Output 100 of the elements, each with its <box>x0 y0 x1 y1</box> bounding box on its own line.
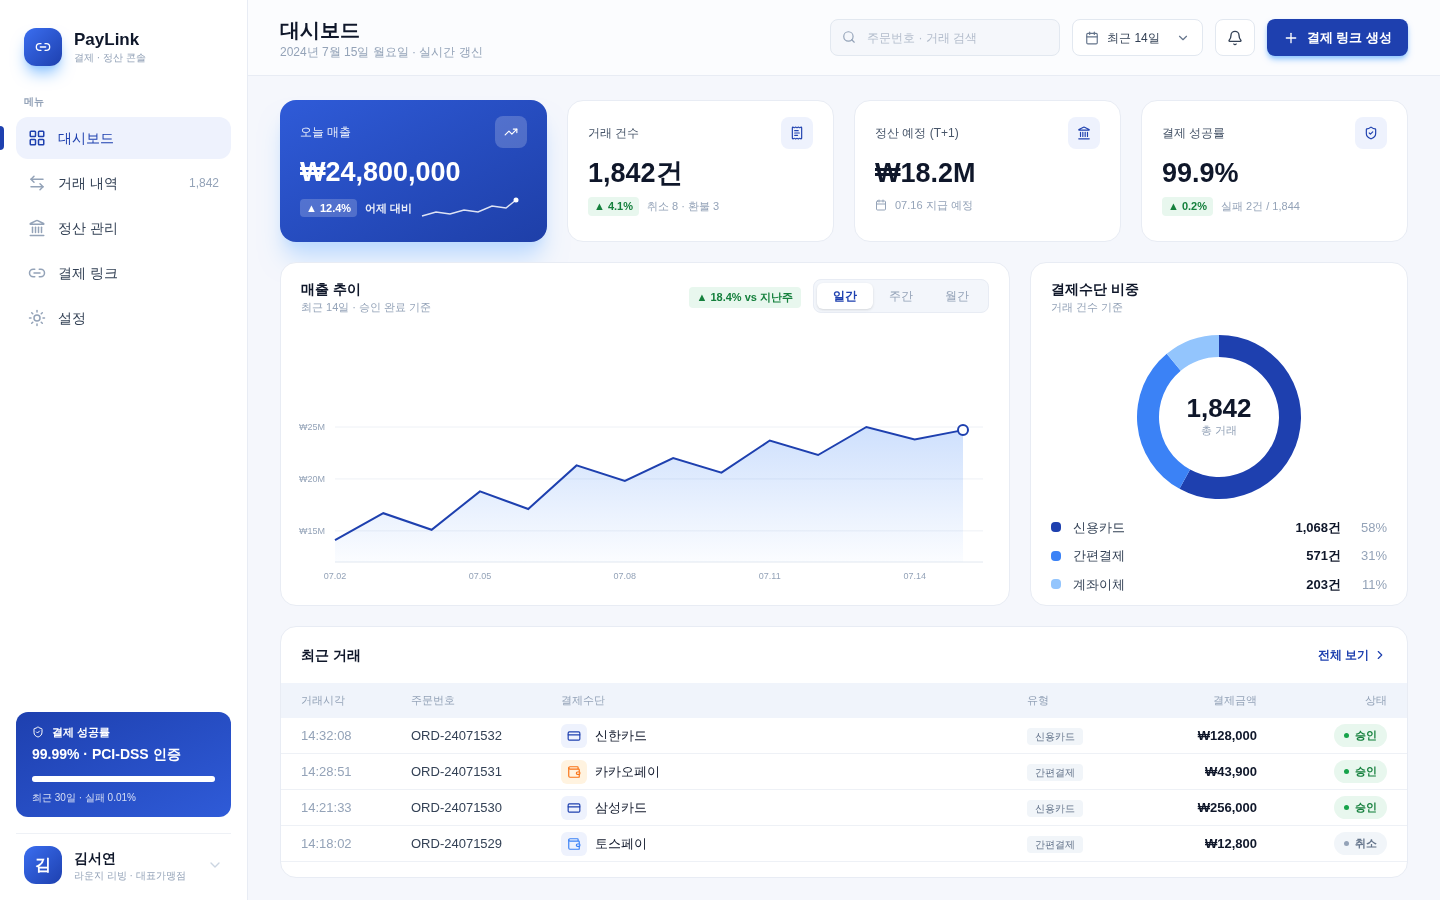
card-caption: 최근 30일 · 실패 0.01% <box>32 791 137 805</box>
search-field[interactable]: 주문번호 · 거래 검색 <box>830 19 1061 56</box>
status-badge: 취소 <box>1334 832 1387 855</box>
kpi-label: 오늘 매출 <box>300 124 352 140</box>
kpi-note: 실패 2건 / 1,844 <box>1221 199 1300 214</box>
shield-icon <box>1364 126 1378 140</box>
create-link-button[interactable]: 결제 링크 생성 <box>1266 19 1408 56</box>
y-tick-label: ₩20M <box>299 473 325 484</box>
status-badge: 승인 <box>1334 796 1387 819</box>
legend-count: 1,068건 <box>1295 518 1341 537</box>
donut-total: 1,842 <box>1186 394 1252 423</box>
kpi-note: 어제 대비 <box>365 200 413 216</box>
column-header: 거래시각 <box>301 693 346 709</box>
shield-icon <box>32 725 44 738</box>
card-subtitle: 거래 건수 기준 <box>1051 300 1125 315</box>
type-tag: 신용카드 <box>1027 727 1083 745</box>
card-title: 결제수단 비중 <box>1051 280 1140 299</box>
view-all-link[interactable]: 전체 보기 <box>1317 647 1387 663</box>
sidebar-item[interactable]: 결제 링크 <box>16 252 231 294</box>
legend-label: 계좌이체 <box>1073 575 1126 594</box>
bank-icon <box>28 219 46 237</box>
period-dropdown[interactable]: 최근 14일 <box>1072 19 1203 56</box>
column-header: 상태 <box>1364 693 1387 709</box>
avatar: 김 <box>24 846 62 884</box>
table-cell-text: 신한카드 <box>595 726 647 745</box>
period-tab[interactable]: 일간 <box>817 283 873 309</box>
page-title: 대시보드 <box>280 17 361 43</box>
kpi-value: 99.9% <box>1162 157 1240 189</box>
status-badge: 승인 <box>1334 724 1387 747</box>
logo-icon <box>24 28 62 66</box>
status-badge: 승인 <box>1334 760 1387 783</box>
sidebar-item[interactable]: 설정 <box>16 297 231 339</box>
x-tick-label: 07.08 <box>613 570 637 581</box>
receipt-icon <box>790 126 804 140</box>
type-tag: 신용카드 <box>1027 799 1083 817</box>
legend-share: 58% <box>1359 518 1387 537</box>
table-cell-text: 토스페이 <box>595 834 647 853</box>
table-cell-text: 14:21:33 <box>301 798 353 817</box>
delta-badge: ▲ 4.1% <box>588 197 639 216</box>
brand-tagline: 결제 · 정산 콘솔 <box>74 50 146 65</box>
legend-count: 571건 <box>1306 547 1341 565</box>
card-title: 결제 성공률 <box>52 724 111 740</box>
bank-icon <box>1077 126 1091 140</box>
type-tag: 간편결제 <box>1027 835 1083 853</box>
legend-count: 203건 <box>1306 575 1341 594</box>
x-tick-label: 07.14 <box>903 570 926 581</box>
kpi-value: ₩18.2M <box>875 157 977 189</box>
legend-label: 신용카드 <box>1073 518 1126 537</box>
search-icon <box>842 30 857 44</box>
calendar-icon <box>875 199 887 212</box>
brand-name: PayLink <box>74 29 141 50</box>
page-subtitle: 2024년 7월 15일 월요일 · 실시간 갱신 <box>280 43 484 60</box>
legend-share: 11% <box>1360 575 1387 594</box>
card-subtitle: 최근 14일 · 승인 완료 기준 <box>301 300 433 315</box>
legend-share: 31% <box>1359 547 1387 565</box>
table-cell-text: 14:28:51 <box>301 762 353 781</box>
x-tick-label: 07.05 <box>468 570 492 581</box>
legend-label: 간편결제 <box>1073 547 1126 565</box>
kpi-note: 07.16 지급 예정 <box>895 198 973 213</box>
sidebar-item[interactable]: 대시보드 <box>16 117 231 159</box>
menu-label: 메뉴 <box>23 95 45 109</box>
delta-badge: ▲ 0.2% <box>1162 197 1213 216</box>
column-header: 결제수단 <box>561 693 606 709</box>
notification-button[interactable] <box>1214 19 1255 56</box>
donut-caption: 총 거래 <box>1200 423 1238 439</box>
table-cell-text: ORD-24071529 <box>411 834 504 853</box>
table-cell-text: ₩256,000 <box>1196 798 1257 817</box>
kpi-value: ₩24,800,000 <box>300 156 462 188</box>
type-tag: 간편결제 <box>1027 763 1083 781</box>
sidebar-item[interactable]: 거래 내역 1,842 <box>16 162 231 204</box>
active-indicator <box>0 126 4 150</box>
kpi-label: 정산 예정 (T+1) <box>875 125 959 141</box>
x-tick-label: 07.11 <box>758 570 781 581</box>
wallet-icon <box>561 831 587 856</box>
end-point-marker <box>957 423 969 436</box>
card-icon <box>561 723 587 748</box>
table-cell-text: 삼성카드 <box>595 798 647 817</box>
arrows-icon <box>28 174 46 192</box>
kpi-value: 1,842건 <box>588 157 684 189</box>
delta-badge: ▲ 12.4% <box>300 198 358 218</box>
grid-icon <box>28 129 46 147</box>
kpi-note: 취소 8 · 환불 3 <box>647 199 720 214</box>
table-cell-text: ₩43,900 <box>1203 762 1257 781</box>
user-name: 김서연 <box>74 848 117 868</box>
table-cell-text: ₩128,000 <box>1196 726 1257 745</box>
table-cell-text: 카카오페이 <box>595 762 660 781</box>
bell-icon <box>1226 29 1243 46</box>
settings-icon <box>28 309 46 327</box>
table-cell-text: ORD-24071532 <box>411 726 504 745</box>
sidebar-item[interactable]: 정산 관리 <box>16 207 231 249</box>
kpi-label: 결제 성공률 <box>1162 125 1226 141</box>
wallet-icon <box>561 759 587 784</box>
card-headline: 99.99% · PCI-DSS 인증 <box>32 745 182 764</box>
card-icon <box>561 795 587 820</box>
column-header: 결제금액 <box>1212 693 1257 709</box>
card-title: 매출 추이 <box>301 280 362 299</box>
y-tick-label: ₩15M <box>299 525 325 536</box>
calendar-icon <box>1085 30 1100 45</box>
growth-badge: ▲ 18.4% vs 지난주 <box>688 287 801 308</box>
table-cell-text: 14:32:08 <box>301 726 353 745</box>
